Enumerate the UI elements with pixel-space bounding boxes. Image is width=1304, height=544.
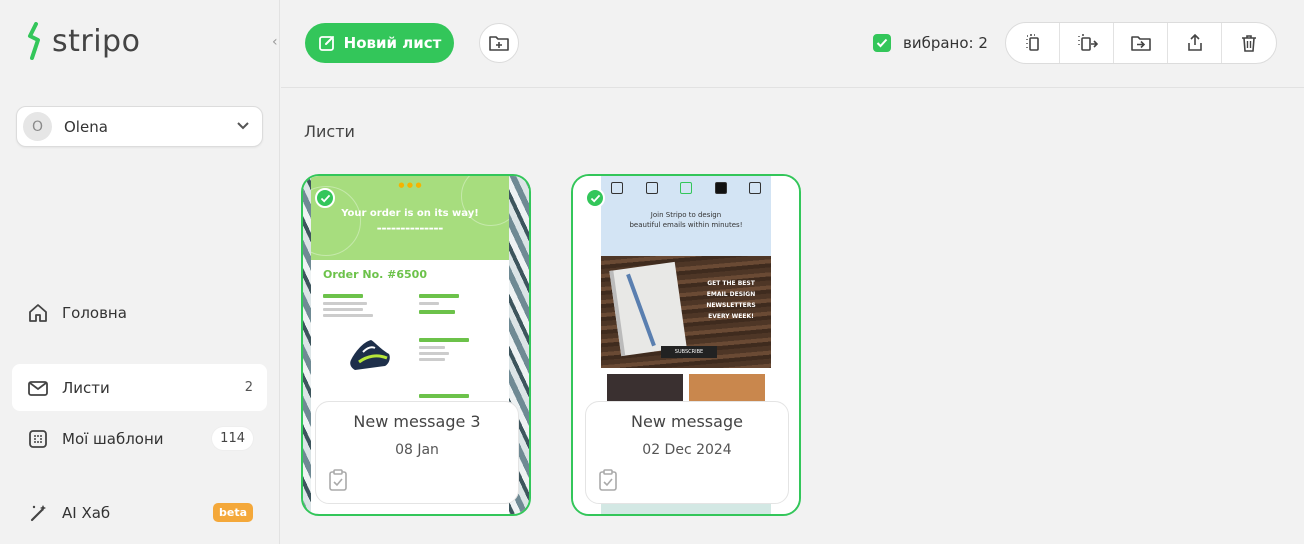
clipboard-check-icon[interactable] xyxy=(597,468,619,496)
preview-banner: GET THE BEST EMAIL DESIGN NEWSLETTERS EV… xyxy=(601,256,771,368)
card-info-panel: New message 3 08 Jan xyxy=(315,401,519,504)
email-card[interactable]: Join Stripo to design beautiful emails w… xyxy=(571,174,801,516)
beta-badge: beta xyxy=(212,503,253,522)
section-title: Листи xyxy=(304,122,355,141)
preview-photo xyxy=(689,374,765,404)
check-icon xyxy=(320,194,330,202)
new-email-button[interactable]: Новий лист xyxy=(305,23,454,63)
home-icon xyxy=(26,301,50,325)
sidebar-item-label: Головна xyxy=(62,303,127,322)
mail-icon xyxy=(26,376,50,400)
webinars-icon xyxy=(645,182,658,194)
emails-count: 2 xyxy=(244,380,253,395)
preview-order-number: Order No. #6500 xyxy=(323,268,427,281)
collapse-sidebar-icon[interactable]: ‹ xyxy=(272,34,278,50)
copy-to-project-button[interactable] xyxy=(1060,23,1114,63)
preview-subscribe: SUBSCRIBE xyxy=(661,346,717,358)
sidebar-item-emails[interactable]: Листи 2 xyxy=(12,364,267,411)
clipboard-check-icon[interactable] xyxy=(327,468,349,496)
export-icon xyxy=(1187,33,1202,51)
export-button[interactable] xyxy=(1168,23,1222,63)
preview-header-title: Your order is on its way! xyxy=(341,208,479,219)
toolbar: Новий лист вибрано: 2 xyxy=(281,0,1304,88)
new-folder-button[interactable] xyxy=(479,23,519,63)
stripo-mini-icon xyxy=(680,182,692,194)
card-title: New message xyxy=(631,412,743,431)
user-selector[interactable]: O Olena xyxy=(16,106,263,147)
duplicate-button[interactable] xyxy=(1006,23,1060,63)
selected-count-text: вибрано: 2 xyxy=(903,34,988,52)
templates-count: 114 xyxy=(212,427,253,450)
folder-move-icon xyxy=(1130,36,1151,51)
stripo-logo[interactable]: stripo xyxy=(26,22,140,60)
copy-icon xyxy=(1025,34,1039,51)
user-name: Olena xyxy=(64,117,108,136)
sidebar-item-label: Листи xyxy=(62,378,110,397)
card-info-panel: New message 02 Dec 2024 xyxy=(585,401,789,504)
move-to-folder-button[interactable] xyxy=(1114,23,1168,63)
preview-photo xyxy=(607,374,683,404)
new-email-label: Новий лист xyxy=(343,34,442,52)
bulk-actions xyxy=(1005,22,1277,64)
sidebar: stripo ‹ O Olena Головна Листи 2 Мої шаб… xyxy=(0,0,280,544)
sidebar-item-ai-hub[interactable]: AI Хаб beta xyxy=(12,489,267,536)
folder-plus-icon xyxy=(489,36,509,51)
templates-icon xyxy=(26,427,50,451)
sidebar-item-label: AI Хаб xyxy=(62,503,111,522)
card-select-checkbox[interactable] xyxy=(315,188,335,208)
select-all-checkbox[interactable] xyxy=(873,34,891,52)
shoe-image xyxy=(350,340,390,370)
check-icon xyxy=(590,194,600,202)
delete-button[interactable] xyxy=(1222,23,1276,63)
sidebar-item-templates[interactable]: Мої шаблони 114 xyxy=(12,415,267,462)
selection-indicator[interactable]: вибрано: 2 xyxy=(873,34,988,52)
sidebar-item-label: Мої шаблони xyxy=(62,429,164,448)
card-date: 02 Dec 2024 xyxy=(642,442,732,458)
card-title: New message 3 xyxy=(353,412,481,431)
copy-to-icon xyxy=(1077,34,1098,51)
card-select-checkbox[interactable] xyxy=(585,188,605,208)
check-icon xyxy=(876,38,888,48)
preview-join-line-2: beautiful emails within minutes! xyxy=(629,221,743,229)
courses-icon xyxy=(714,182,727,194)
preview-banner-text: GET THE BEST EMAIL DESIGN NEWSLETTERS EV… xyxy=(706,280,756,320)
avatar: O xyxy=(23,112,52,141)
email-card[interactable]: ● ● ● Your order is on its way! ▬▬▬▬▬▬▬▬… xyxy=(301,174,531,516)
logo-text: stripo xyxy=(52,23,141,59)
magic-wand-icon xyxy=(26,501,50,525)
blog-icon xyxy=(611,182,623,194)
card-date: 08 Jan xyxy=(395,442,439,458)
chevron-down-icon xyxy=(236,120,250,134)
trash-icon xyxy=(1242,35,1256,52)
stripo-logo-icon xyxy=(28,22,40,60)
sidebar-item-home[interactable]: Головна xyxy=(12,289,267,336)
preview-join-line-1: Join Stripo to design xyxy=(650,211,722,219)
edit-icon xyxy=(318,34,336,52)
ebook-icon xyxy=(749,182,761,194)
